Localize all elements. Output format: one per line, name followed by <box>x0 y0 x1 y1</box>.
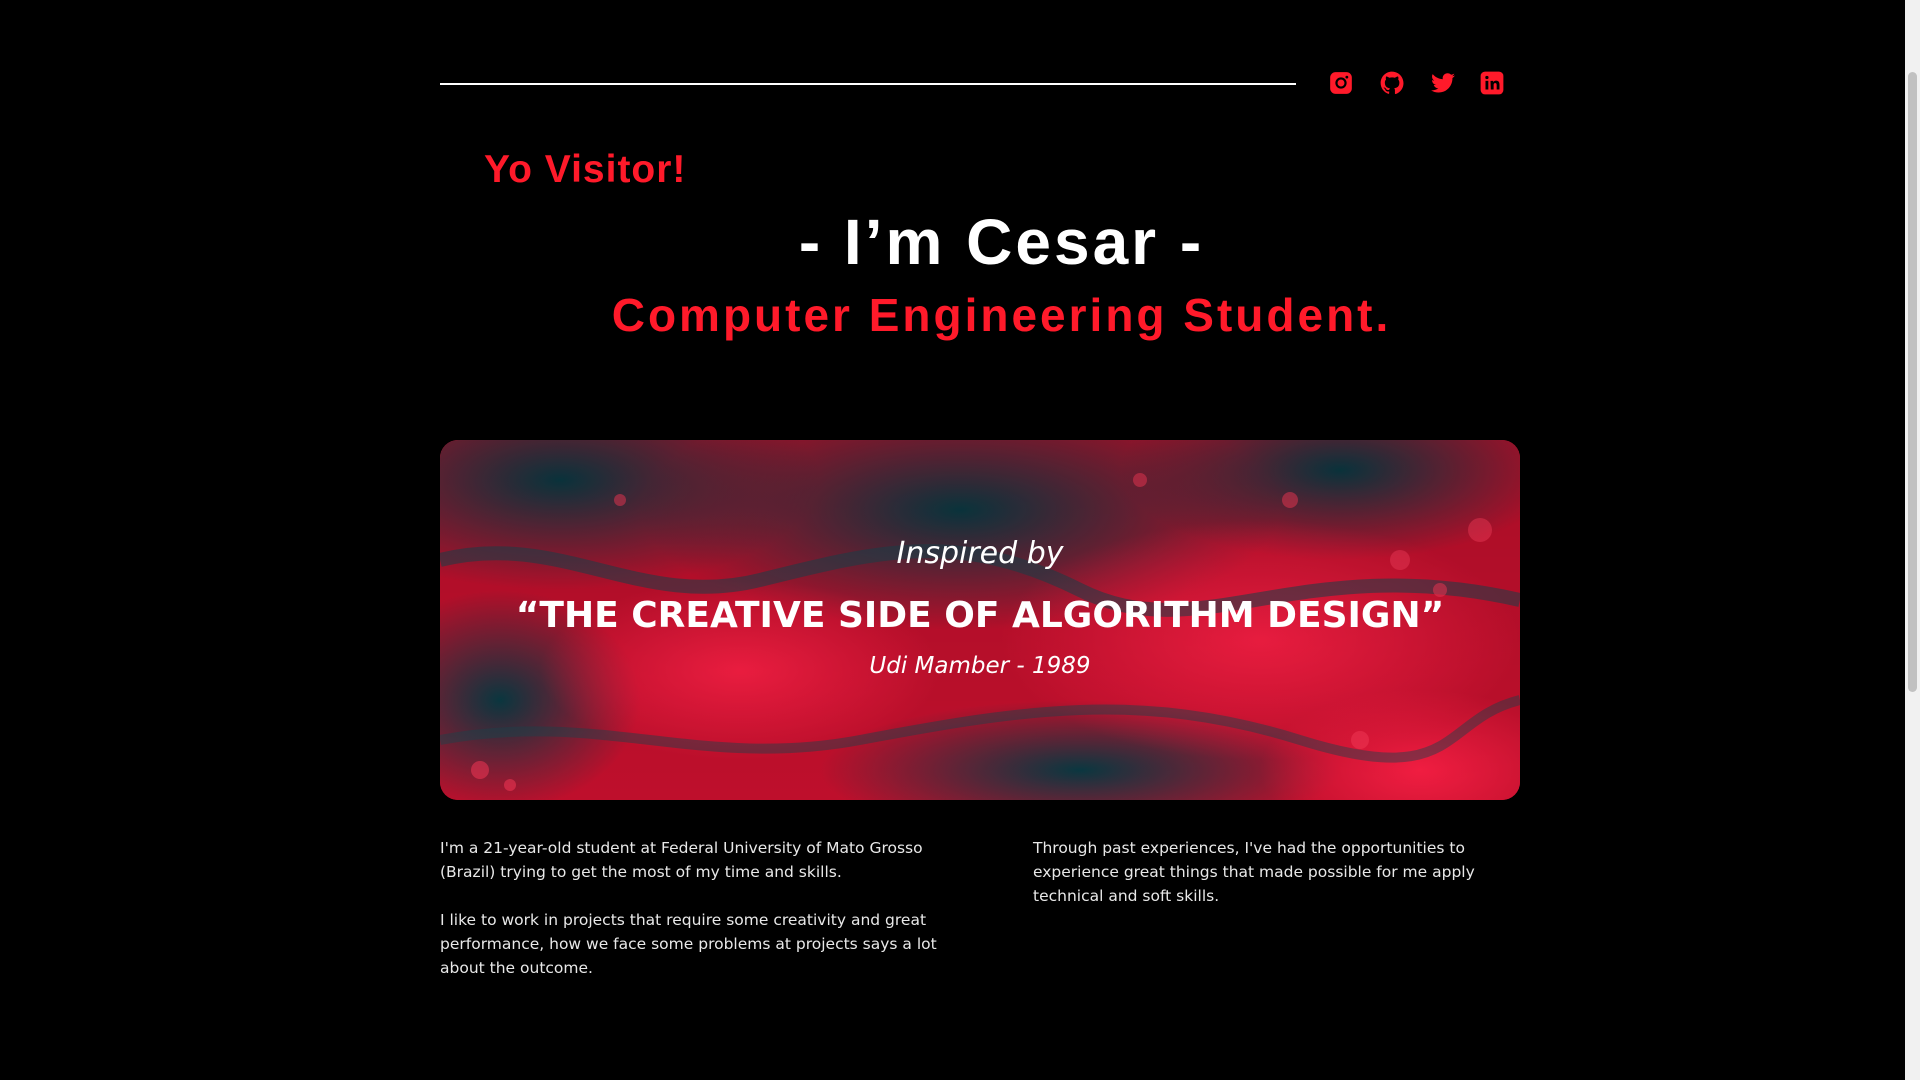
github-link[interactable] <box>1377 68 1407 98</box>
header-divider <box>440 83 1296 85</box>
instagram-icon <box>1330 72 1352 94</box>
linkedin-link[interactable] <box>1477 68 1507 98</box>
page: Yo Visitor! - I’m Cesar - Computer Engin… <box>0 0 1905 1080</box>
banner-intro: Inspired by <box>896 536 1064 571</box>
greeting: Yo Visitor! <box>484 148 687 191</box>
banner-author: Udi Mamber - 1989 <box>869 653 1091 679</box>
twitter-link[interactable] <box>1428 68 1458 98</box>
hero-role: Computer Engineering Student. <box>611 289 1392 341</box>
hero-name: - I’m Cesar - <box>798 206 1205 278</box>
about-paragraph: I'm a 21-year-old student at Federal Uni… <box>440 839 923 881</box>
banner-quote: “THE CREATIVE SIDE OF ALGORITHM DESIGN” <box>515 595 1445 636</box>
linkedin-icon <box>1480 71 1504 95</box>
about-paragraph: Through past experiences, I've had the o… <box>1033 839 1475 905</box>
scrollbar-thumb[interactable] <box>1908 72 1917 692</box>
twitter-icon <box>1431 73 1455 93</box>
about-left-column: I'm a 21-year-old student at Federal Uni… <box>440 836 940 1004</box>
about-right-column: Through past experiences, I've had the o… <box>1033 836 1503 932</box>
instagram-link[interactable] <box>1326 68 1356 98</box>
about-paragraph: I like to work in projects that require … <box>440 911 937 977</box>
vertical-scrollbar[interactable] <box>1905 0 1920 1080</box>
github-icon <box>1380 71 1404 95</box>
quote-banner: Inspired by “THE CREATIVE SIDE OF ALGORI… <box>440 440 1520 800</box>
